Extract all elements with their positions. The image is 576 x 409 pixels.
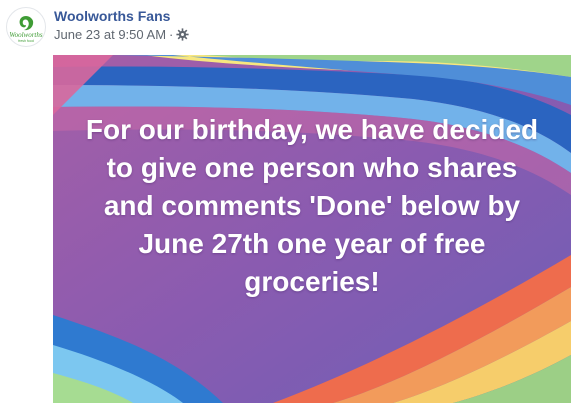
post-timestamp[interactable]: June 23 at 9:50 AM bbox=[54, 27, 166, 42]
page-name-link[interactable]: Woolworths Fans bbox=[54, 8, 170, 24]
woolworths-logo-icon: Woolworths fresh food bbox=[9, 16, 43, 43]
svg-text:Woolworths: Woolworths bbox=[9, 31, 42, 39]
post-image-text: For our birthday, we have decided to giv… bbox=[85, 114, 539, 297]
meta-separator: · bbox=[169, 27, 174, 42]
post-image[interactable]: For our birthday, we have decided to giv… bbox=[53, 55, 571, 403]
gear-icon[interactable] bbox=[176, 28, 189, 41]
post-meta: June 23 at 9:50 AM · bbox=[54, 27, 189, 42]
post-header: Woolworths fresh food Woolworths Fans Ju… bbox=[0, 0, 576, 52]
svg-text:fresh food: fresh food bbox=[18, 39, 34, 43]
avatar[interactable]: Woolworths fresh food bbox=[6, 7, 46, 47]
